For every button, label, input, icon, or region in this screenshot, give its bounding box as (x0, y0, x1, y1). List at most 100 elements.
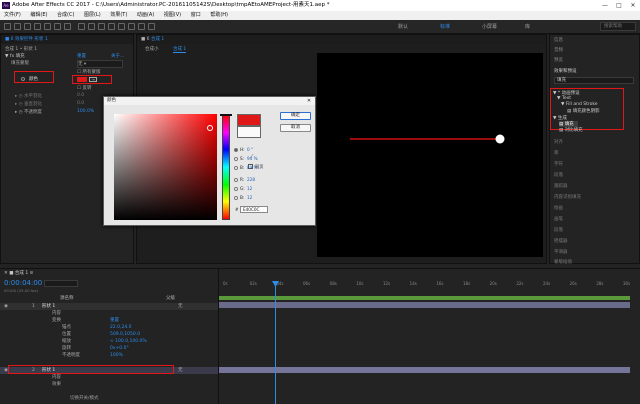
layer-1-duration-bar[interactable] (219, 302, 630, 308)
color-swatch[interactable] (77, 77, 87, 82)
mask-interp-panel-tab[interactable]: 蒙版插值 (554, 259, 572, 265)
tree-text[interactable]: ▼ Text (557, 96, 571, 101)
composition-tab-label[interactable]: 合成 1 (151, 37, 164, 42)
menu-edit[interactable]: 编辑(E) (30, 12, 47, 18)
close-button[interactable]: ✕ (626, 0, 640, 11)
timeline-search-input[interactable] (44, 280, 78, 287)
time-ruler[interactable]: 0s 02s 04s 06s 08s 10s 12s 14s 16s 18s 20s 22s 24s 26… (219, 281, 630, 295)
property-row[interactable]: 内容 (0, 374, 218, 381)
brightness-value[interactable]: 89 % (247, 165, 258, 170)
comp-tab-small[interactable]: 合成小 (145, 46, 159, 52)
composition-viewer[interactable] (317, 53, 543, 257)
radio-red[interactable] (234, 178, 238, 182)
color-field-cursor[interactable] (207, 125, 213, 131)
ok-button[interactable]: 确定 (280, 112, 311, 120)
rotate-tool-icon[interactable] (44, 23, 51, 30)
source-name-header[interactable]: 源名称 (60, 295, 74, 301)
workspace-libraries[interactable]: 库 (525, 23, 530, 30)
type-tool-icon[interactable] (98, 23, 105, 30)
clone-stamp-tool-icon[interactable] (118, 23, 125, 30)
saturation-value[interactable]: 94 % (247, 156, 258, 161)
eyedropper-icon[interactable]: ⊸ (89, 77, 97, 82)
menu-help[interactable]: 帮助(H) (210, 12, 228, 18)
radio-brightness[interactable] (234, 166, 238, 170)
menu-layer[interactable]: 图层(L) (84, 12, 101, 18)
property-value[interactable]: 100% (110, 352, 123, 359)
effects-presets-tab[interactable]: 效果和预设 (554, 68, 577, 74)
content-aware-fill-tab[interactable]: 内容识别填充 (554, 194, 581, 200)
layer-2-duration-bar[interactable] (219, 367, 630, 373)
paint-panel-tab[interactable]: 绘画 (554, 205, 563, 211)
menu-view[interactable]: 视图(V) (164, 12, 181, 18)
align-panel-tab[interactable]: 对齐 (554, 139, 563, 145)
smoother-panel-tab[interactable]: 平滑器 (554, 249, 568, 255)
roto-brush-tool-icon[interactable] (138, 23, 145, 30)
timeline-tab[interactable]: ✕ ■ 合成 1 ≡ (4, 270, 33, 276)
cancel-button[interactable]: 取消 (280, 124, 311, 132)
property-row[interactable]: 锚点 22.0,24.0 (0, 324, 218, 331)
paragraph2-panel-tab[interactable]: 段落 (554, 227, 563, 233)
tracker-panel-tab[interactable]: 跟踪器 (554, 183, 568, 189)
home-icon[interactable] (4, 23, 11, 30)
property-row[interactable]: 缩放 ∞ 100.0,100.0% (0, 338, 218, 345)
effects-search-input[interactable]: 填充 (554, 77, 634, 84)
property-value[interactable]: 509.0,1050.0 (110, 331, 140, 338)
invert-checkbox[interactable]: ☐ 反转 (77, 85, 91, 91)
effect-about-link[interactable]: 关于... (111, 53, 124, 59)
red-value[interactable]: 228 (247, 177, 255, 182)
tree-contrast-fill[interactable]: ▤ 对比填充 (559, 127, 583, 133)
radio-green[interactable] (234, 187, 238, 191)
audio-panel-tab[interactable]: 音频 (554, 47, 563, 53)
property-row[interactable]: 不透明度 100% (0, 352, 218, 359)
property-value[interactable]: 0x+0.0° (110, 345, 129, 352)
brushes-panel-tab[interactable]: 画笔 (554, 216, 563, 222)
menu-effect[interactable]: 效果(T) (110, 12, 127, 18)
menu-window[interactable]: 窗口 (191, 12, 201, 18)
toggle-switches-modes[interactable]: 切换开关/模式 (70, 395, 99, 401)
parent-dropdown[interactable]: 无 (178, 367, 183, 374)
property-row[interactable]: 变换 重置 (0, 317, 218, 324)
radio-blue[interactable] (234, 196, 238, 200)
wiggler-panel-tab[interactable]: 摇摆器 (554, 238, 568, 244)
menu-file[interactable]: 文件(F) (4, 12, 21, 18)
saturation-brightness-field[interactable] (114, 114, 217, 220)
camera-tool-icon[interactable] (54, 23, 61, 30)
maximize-button[interactable]: □ (612, 0, 626, 11)
puppet-tool-icon[interactable] (148, 23, 155, 30)
visibility-eye-icon[interactable]: ◉ (4, 303, 8, 310)
tree-fill-and-stroke[interactable]: ▼ Fill and Stroke (561, 102, 598, 107)
pan-behind-tool-icon[interactable] (64, 23, 71, 30)
property-row[interactable]: 内容 (0, 310, 218, 317)
effect-reset-link[interactable]: 重置 (77, 53, 86, 59)
paragraph-panel-tab[interactable]: 段落 (554, 172, 563, 178)
hex-input[interactable]: E40C0C (240, 206, 268, 213)
property-value[interactable]: 重置 (110, 317, 119, 324)
effect-controls-tab[interactable]: ■ 6 效果控件 形状 1 (1, 35, 133, 44)
parent-dropdown[interactable]: 无 (178, 303, 183, 310)
property-row[interactable]: 旋转 0x+0.0° (0, 345, 218, 352)
hue-slider[interactable] (220, 114, 232, 220)
fill-mask-dropdown[interactable]: 无 ▾ (77, 60, 123, 68)
libraries-panel-tab[interactable]: 库 (554, 150, 559, 156)
work-area-bar[interactable] (219, 296, 630, 300)
radio-hue[interactable] (234, 148, 238, 152)
layer-row[interactable]: 形状 1 1 无 ◉ (0, 303, 218, 310)
info-panel-tab[interactable]: 信息 (554, 37, 563, 43)
comp-tab-1[interactable]: 合成 1 (173, 46, 187, 53)
vertical-feather-value[interactable]: 0.0 (77, 101, 84, 106)
brush-tool-icon[interactable] (108, 23, 115, 30)
current-time-display[interactable]: 0:00:04:00 (4, 279, 42, 287)
menu-animation[interactable]: 动画(A) (137, 12, 154, 18)
radio-saturation[interactable] (234, 157, 238, 161)
search-help-input[interactable]: 搜索帮助 (600, 22, 636, 31)
zoom-tool-icon[interactable] (34, 23, 41, 30)
horizontal-feather-value[interactable]: 0.0 (77, 93, 84, 98)
property-value[interactable]: 22.0,24.0 (110, 324, 131, 331)
playhead-line[interactable] (275, 281, 276, 404)
eraser-tool-icon[interactable] (128, 23, 135, 30)
property-row[interactable]: 效果 (0, 381, 218, 388)
opacity-value[interactable]: 100.0% (77, 109, 94, 114)
pen-tool-icon[interactable] (88, 23, 95, 30)
stopwatch-icon[interactable] (21, 77, 25, 81)
character-panel-tab[interactable]: 字符 (554, 161, 563, 167)
